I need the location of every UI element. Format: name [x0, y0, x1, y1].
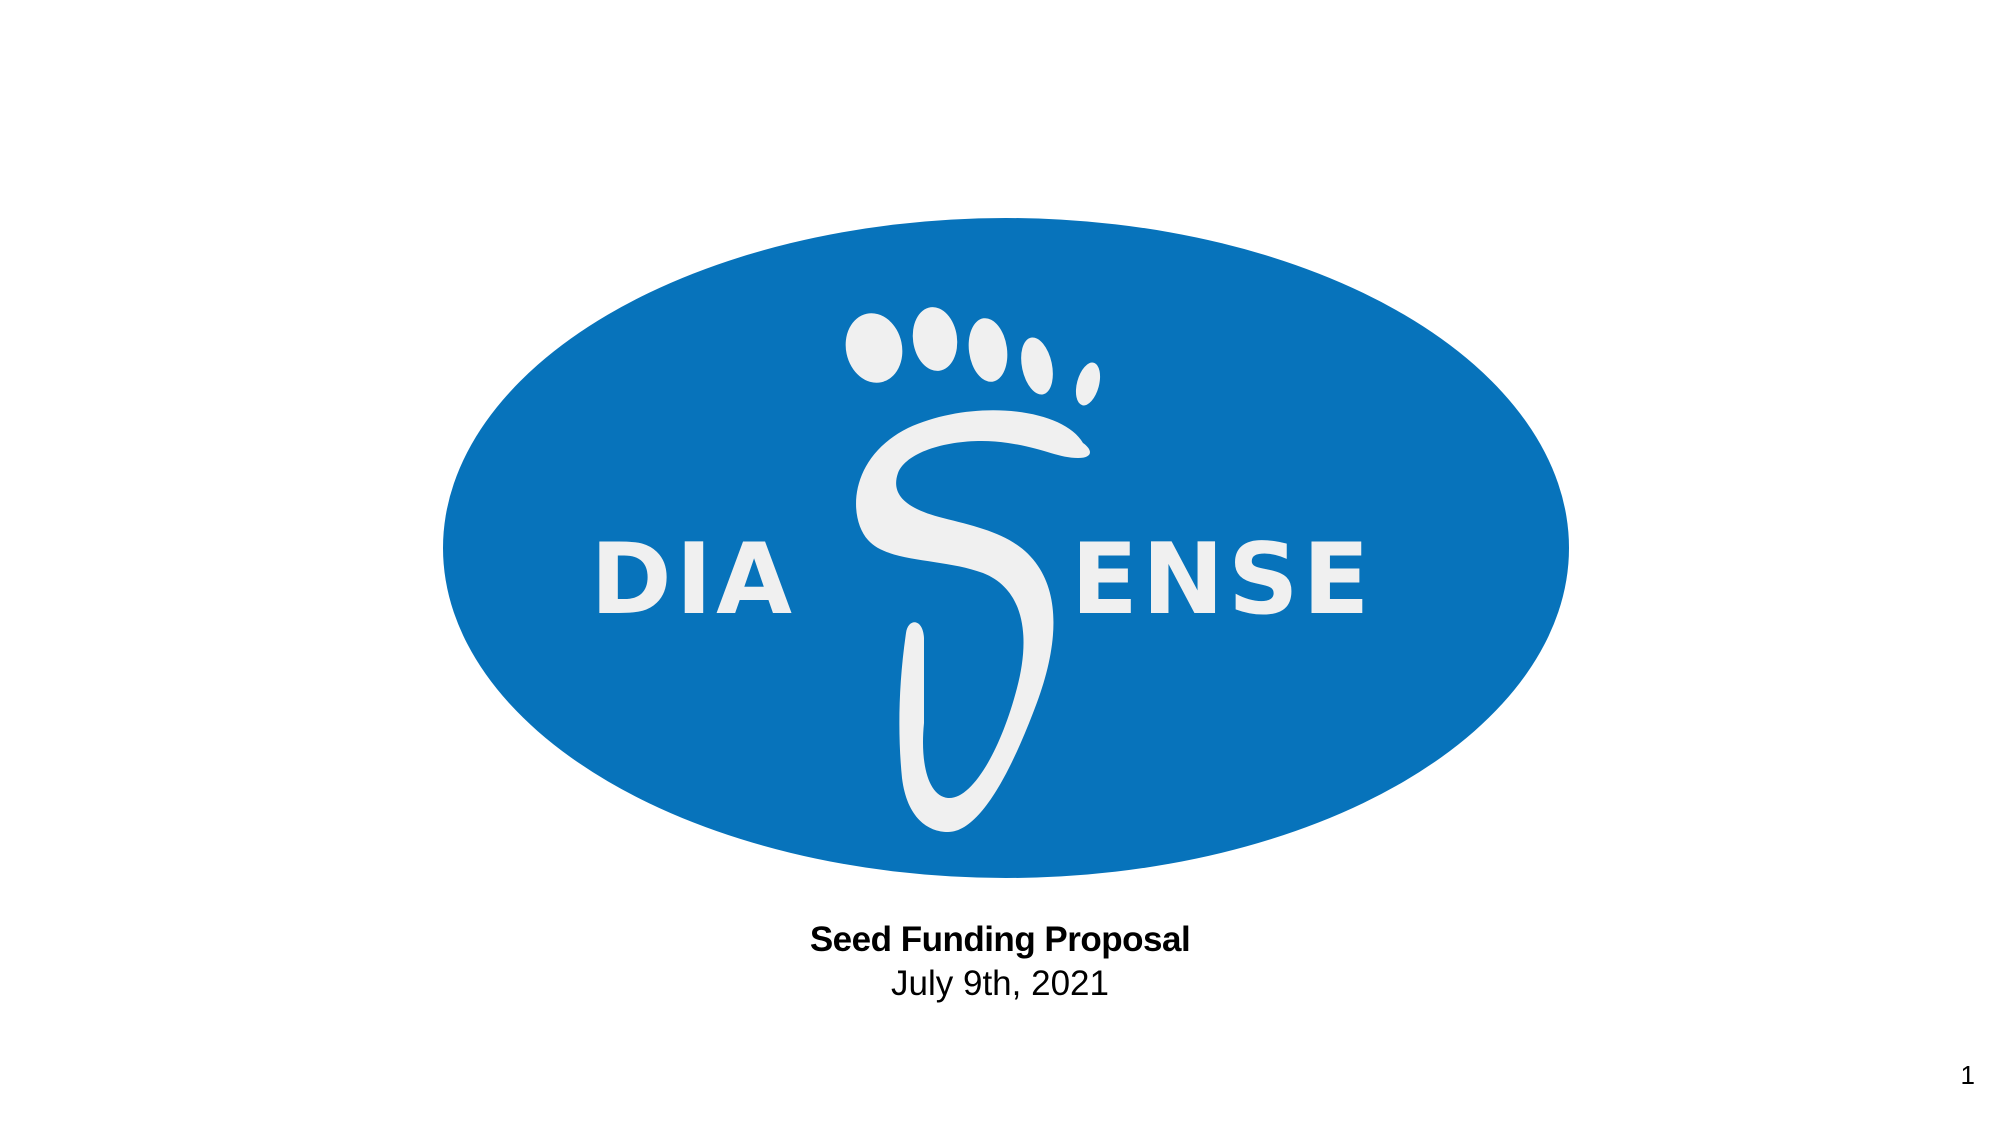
page-number: 1	[1960, 1060, 1975, 1090]
diasense-logo: DIA ENSE	[443, 218, 1569, 878]
title-block: Seed Funding Proposal July 9th, 2021	[0, 919, 2000, 1005]
logo-graphic: DIA ENSE	[443, 218, 1569, 878]
logo-text-left: DIA	[590, 523, 796, 637]
slide-title: Seed Funding Proposal	[809, 920, 1191, 959]
slide: DIA ENSE Seed Funding Proposal July 9th,…	[0, 0, 2000, 1125]
logo-text-right: ENSE	[1071, 523, 1374, 637]
slide-date: July 9th, 2021	[891, 964, 1109, 1003]
